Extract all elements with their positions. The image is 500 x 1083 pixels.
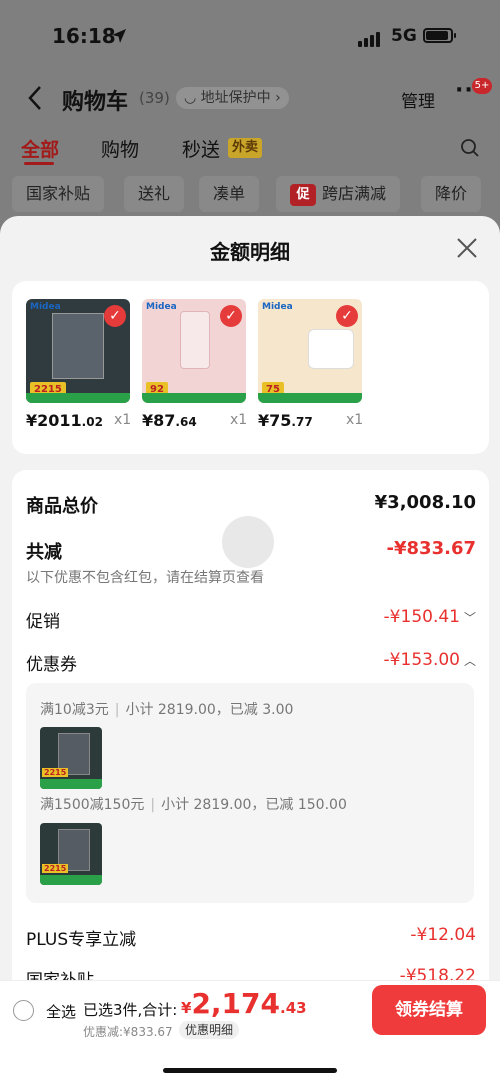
goods-total-label: 商品总价: [26, 496, 98, 517]
product-price: ¥87.64: [142, 411, 197, 430]
discount-amount: 优惠减:¥833.67: [83, 1025, 173, 1039]
product-item[interactable]: Midea 92 ✓ ¥87.64 x1: [142, 299, 247, 430]
promotion-label: 促销: [26, 612, 60, 632]
checkout-bar: 全选 已选3件,合计: ¥2,174.43 优惠减:¥833.67 优惠明细 领…: [0, 980, 500, 1083]
discount-note: 以下优惠不包含红包，请在结算页查看: [26, 570, 264, 586]
cart-tabs: 全部 购物 秒送 外卖: [0, 130, 500, 166]
chip-add-on[interactable]: 凑单: [199, 176, 260, 212]
address-protection-label: 地址保护中 ›: [200, 90, 281, 106]
signal-icon: [358, 28, 382, 47]
discount-detail-button[interactable]: 优惠明细: [179, 1021, 240, 1039]
total-price: ¥2,174.43: [181, 987, 307, 1020]
chevron-down-icon: ﹀: [463, 611, 476, 625]
back-icon[interactable]: [26, 84, 46, 112]
promotion-value: -¥150.41: [383, 607, 460, 627]
plus-label: PLUS专享立减: [26, 930, 137, 950]
product-price: ¥75.77: [258, 411, 313, 430]
checkmark-icon: ✓: [336, 305, 358, 327]
cart-header: 购物车 (39) ◡ 地址保护中 › 管理 ··· 5+: [0, 74, 500, 122]
status-time: 16:18: [52, 24, 116, 48]
product-image-fridge: Midea 2215 ✓: [26, 299, 130, 403]
coupon-detail-box: 满10减3元 | 小计 2819.00，已减 3.00 2215 满1500减150…: [26, 683, 474, 903]
select-all-label[interactable]: 全选: [46, 1001, 76, 1022]
product-qty: x1: [346, 412, 364, 428]
product-item[interactable]: Midea 75 ✓ ¥75.77 x1: [258, 299, 363, 430]
coupon-rule-line: 满1500减150元 | 小计 2819.00，已减 150.00: [40, 797, 347, 813]
chip-national-subsidy[interactable]: 国家补贴: [12, 176, 105, 212]
coupon-product-thumb: 2215: [40, 823, 102, 885]
status-bar: 16:18 5G: [0, 0, 500, 74]
row-promotion[interactable]: 促销 -¥150.41 ﹀: [26, 607, 476, 635]
chip-cross-store-label: 跨店满减: [322, 184, 387, 203]
select-all-radio[interactable]: [13, 1000, 34, 1021]
tab-all[interactable]: 全部: [21, 135, 59, 162]
goods-total-value: ¥3,008.10: [374, 492, 476, 513]
total-reduce-value: -¥833.67: [386, 538, 476, 559]
product-qty: x1: [114, 412, 132, 428]
tab-shopping[interactable]: 购物: [101, 135, 139, 162]
home-indicator: [163, 1068, 337, 1073]
coupon-product-thumb: 2215: [40, 727, 102, 789]
total-reduce-label: 共减: [26, 542, 62, 563]
address-protection[interactable]: ◡ 地址保护中 ›: [176, 87, 289, 109]
checkmark-icon: ✓: [104, 305, 126, 327]
checkout-button[interactable]: 领券结算: [372, 985, 486, 1035]
close-icon[interactable]: [456, 237, 478, 259]
brand-logo: Midea: [30, 302, 61, 312]
product-image-egg-cooker: Midea 75 ✓: [258, 299, 362, 403]
chevron-up-icon: ︿: [463, 654, 476, 668]
chip-cross-store[interactable]: 促跨店满减: [276, 176, 401, 212]
row-total-reduce: 共减 -¥833.67: [26, 538, 476, 566]
promo-icon: 促: [290, 183, 316, 206]
page-title: 购物车: [62, 90, 129, 115]
amount-detail-sheet: 金额明细 Midea 2215 ✓ ¥2011.02 x1 Midea 92 ✓…: [0, 216, 500, 1083]
shield-icon: ◡: [184, 90, 201, 106]
product-price: ¥2011.02: [26, 411, 103, 430]
tab-flash-delivery[interactable]: 秒送: [182, 135, 220, 162]
sheet-title: 金额明细: [210, 240, 290, 264]
coupon-value: -¥153.00: [383, 650, 460, 670]
chip-price-drop[interactable]: 降价: [421, 176, 482, 212]
network-type: 5G: [391, 26, 417, 46]
checkmark-icon: ✓: [220, 305, 242, 327]
filter-chips: 国家补贴 送礼 凑单 促跨店满减 降价: [0, 172, 500, 216]
coupon-rule-line: 满10减3元 | 小计 2819.00，已减 3.00: [40, 702, 294, 718]
location-arrow-icon: [112, 29, 126, 43]
product-item[interactable]: Midea 2215 ✓ ¥2011.02 x1: [26, 299, 131, 430]
tab-indicator: [24, 162, 54, 165]
selected-count: 已选3件,合计:: [83, 1001, 178, 1019]
takeout-tag: 外卖: [228, 138, 263, 158]
product-qty: x1: [230, 412, 248, 428]
row-plus-discount: PLUS专享立减 -¥12.04: [26, 925, 476, 953]
row-coupon[interactable]: 优惠券 -¥153.00 ︿: [26, 650, 476, 678]
message-badge: 5+: [472, 78, 492, 94]
manage-button[interactable]: 管理: [401, 87, 435, 112]
battery-icon: [423, 28, 456, 43]
coupon-label: 优惠券: [26, 655, 77, 675]
search-icon[interactable]: [460, 138, 480, 158]
brand-logo: Midea: [262, 302, 293, 312]
plus-value: -¥12.04: [410, 925, 476, 945]
product-list: Midea 2215 ✓ ¥2011.02 x1 Midea 92 ✓ ¥87.…: [12, 281, 489, 454]
cart-count: (39): [139, 89, 170, 107]
product-image-blender: Midea 92 ✓: [142, 299, 246, 403]
brand-logo: Midea: [146, 302, 177, 312]
chip-gift[interactable]: 送礼: [124, 176, 185, 212]
